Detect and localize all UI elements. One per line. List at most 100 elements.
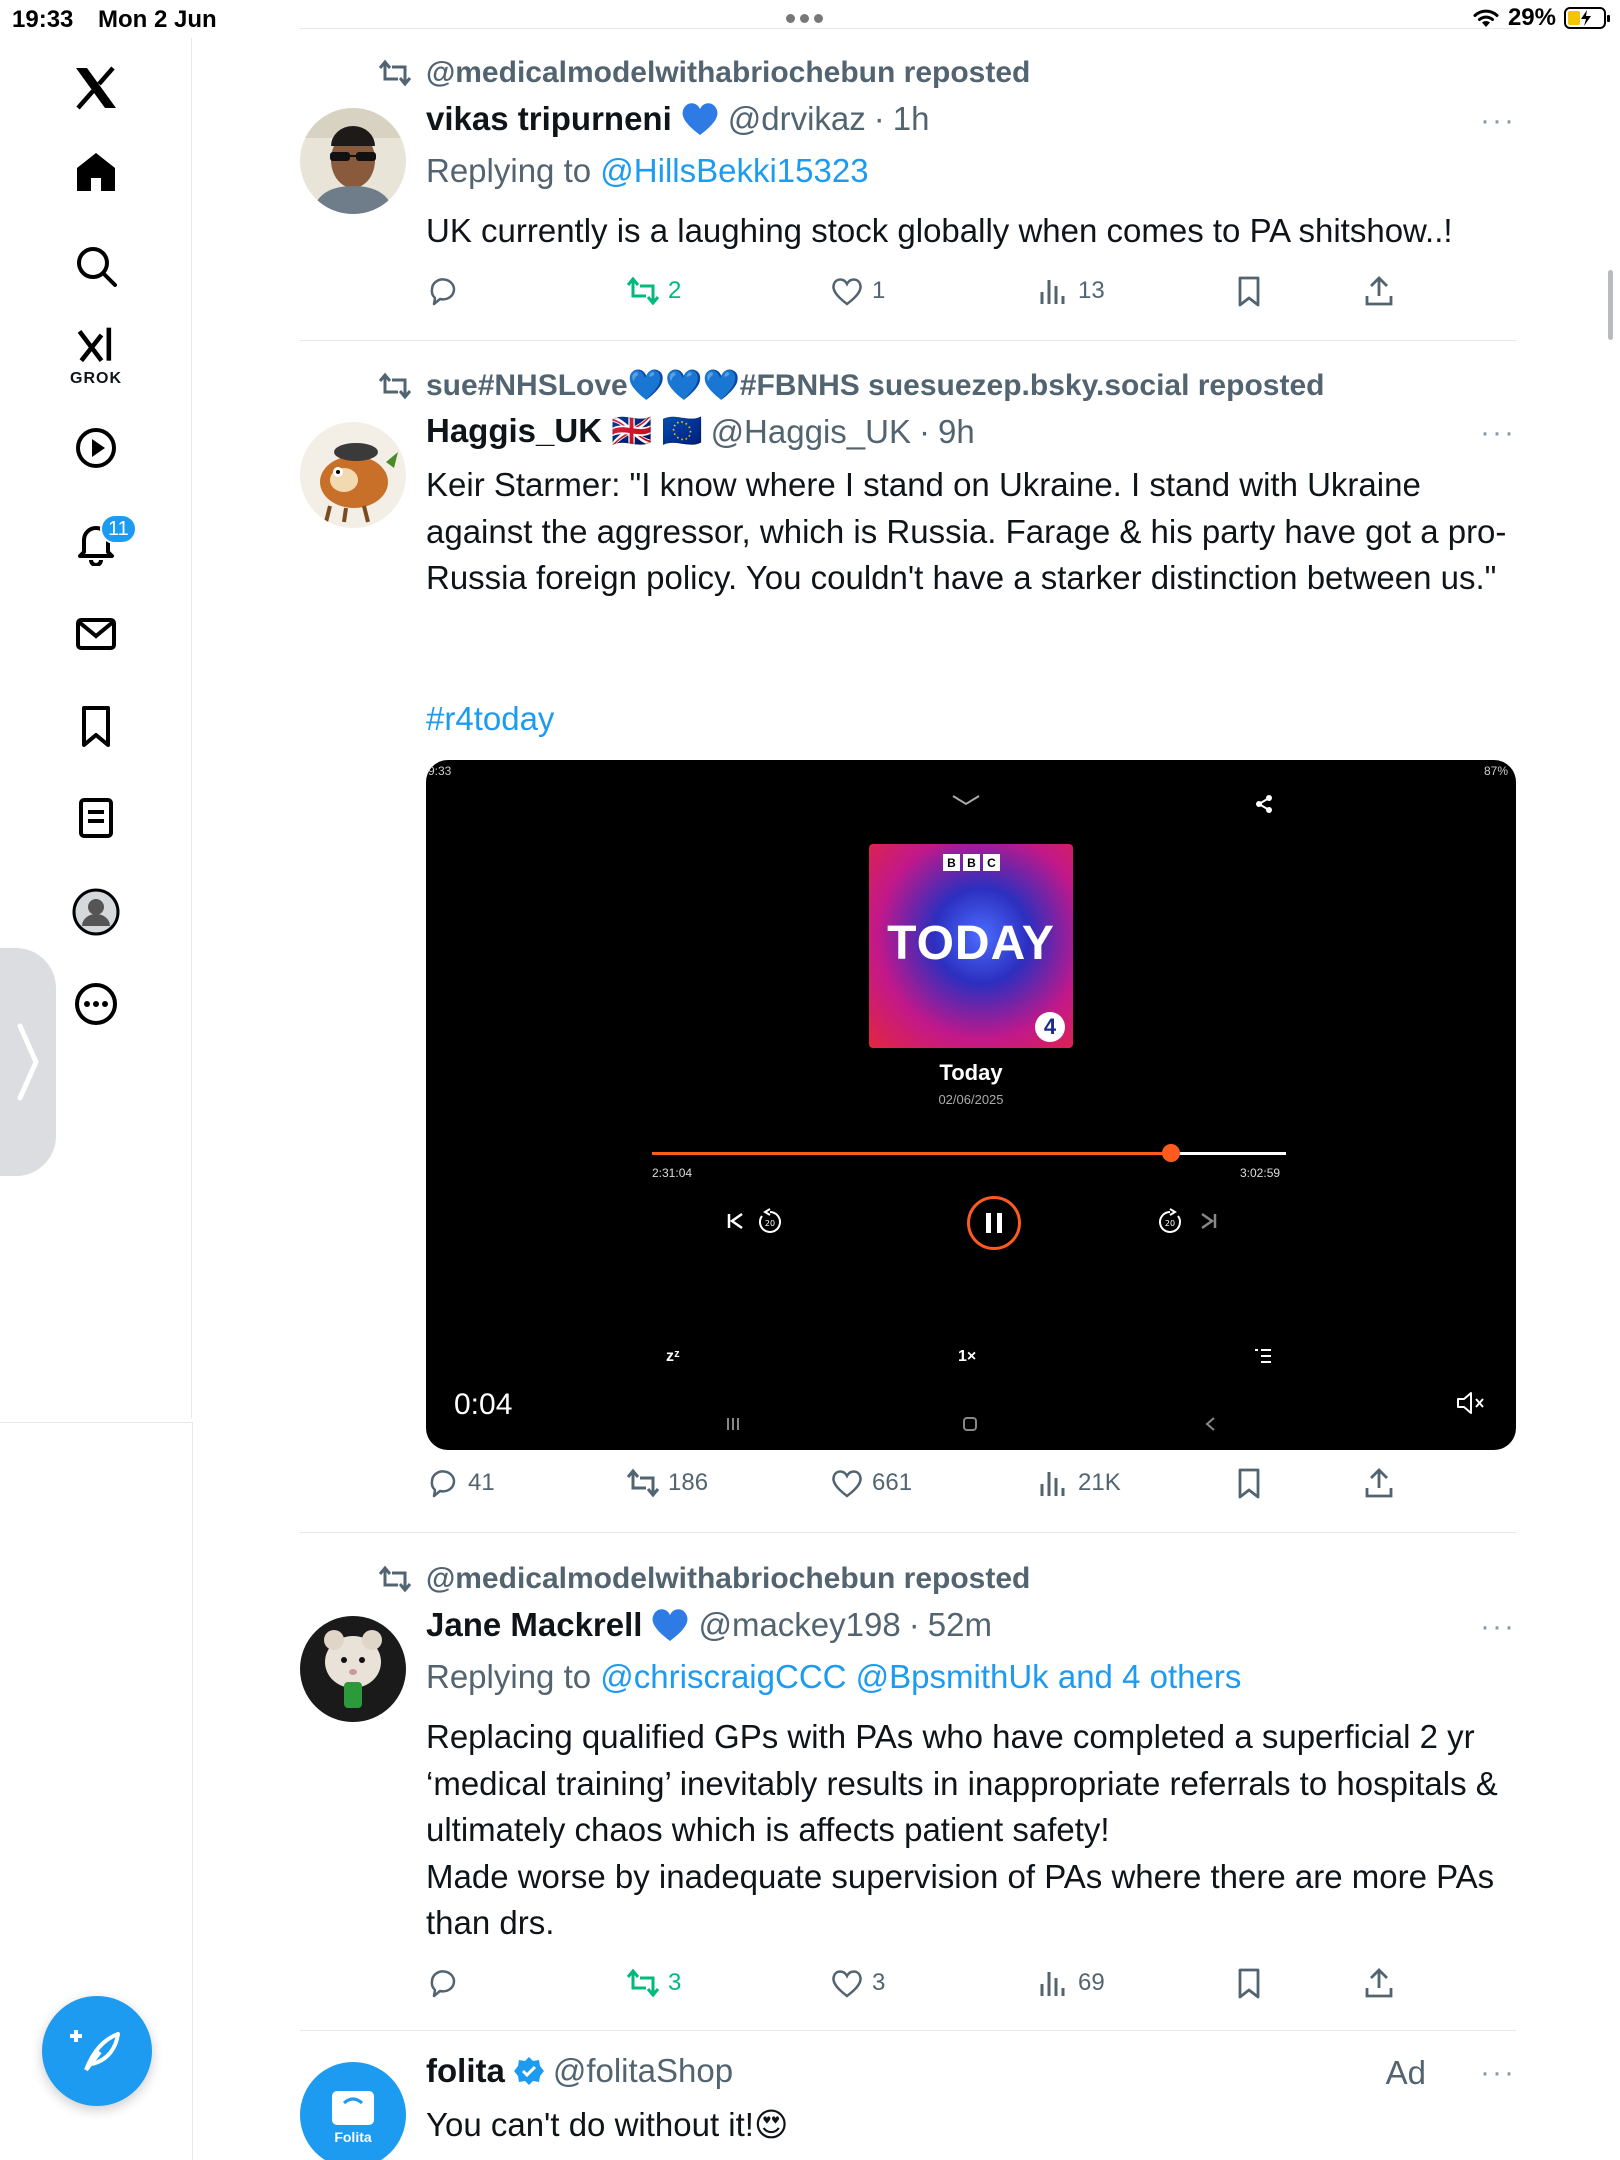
- bookmark-button[interactable]: [1232, 1466, 1266, 1500]
- avatar[interactable]: [300, 108, 406, 214]
- tweet-divider: [300, 2030, 1516, 2031]
- ad-label: Ad: [1385, 2054, 1426, 2091]
- pause-button: [967, 1196, 1021, 1250]
- view-count: 21K: [1078, 1469, 1121, 1496]
- handle[interactable]: @mackey198: [698, 1606, 900, 1644]
- display-name[interactable]: folita: [426, 2052, 505, 2090]
- tweet-text: Replacing qualified GPs with PAs who hav…: [426, 1714, 1512, 1947]
- bbc-logo: BBC: [943, 854, 1000, 871]
- repost-icon: [626, 1968, 660, 1998]
- skip-previous-icon: [726, 1212, 746, 1230]
- display-name[interactable]: vikas tripurneni: [426, 100, 672, 138]
- verified-badge-icon: [513, 2057, 544, 2085]
- status-bar: 19:33 Mon 2 Jun 29%: [0, 0, 1620, 38]
- muted-speaker-icon: [1457, 1392, 1484, 1414]
- timestamp[interactable]: 9h: [938, 413, 975, 451]
- avatar[interactable]: [300, 1616, 406, 1722]
- grok-label: GROK: [70, 370, 122, 387]
- video-player[interactable]: 9:33 87% BBC TODAY 4 Today 02/06/2025 2:…: [426, 760, 1516, 1450]
- more-options-icon[interactable]: ···: [1480, 104, 1516, 138]
- repost-button[interactable]: 186: [626, 1466, 708, 1500]
- replying-prefix: Replying to: [426, 152, 592, 189]
- like-button[interactable]: 661: [830, 1466, 912, 1500]
- views-icon: [1040, 1972, 1065, 1996]
- repost-context: sue#NHSLove💙💙💙#FBNHS suesuezep.bsky.soci…: [378, 368, 1324, 403]
- wifi-icon: [1473, 9, 1499, 27]
- timestamp[interactable]: 52m: [928, 1606, 992, 1644]
- views-icon: [1040, 1472, 1065, 1496]
- lists-icon[interactable]: [48, 770, 144, 866]
- repost-icon: [378, 372, 412, 399]
- share-button[interactable]: [1362, 1466, 1396, 1500]
- display-name[interactable]: Haggis_UK 🇬🇧 🇪🇺: [426, 412, 703, 451]
- x-logo-icon[interactable]: [48, 40, 144, 136]
- sidebar-handle[interactable]: [0, 948, 56, 1176]
- replying-to-link[interactable]: @HillsBekki15323: [600, 152, 868, 189]
- display-name[interactable]: Jane Mackrell: [426, 1606, 642, 1644]
- like-button[interactable]: 3: [830, 1966, 885, 2000]
- messages-icon[interactable]: [48, 586, 144, 682]
- bookmark-button[interactable]: [1232, 274, 1266, 308]
- compose-button[interactable]: [42, 1996, 152, 2106]
- avatar[interactable]: Folita: [300, 2062, 406, 2160]
- multitask-dots-icon[interactable]: [786, 14, 823, 23]
- svg-text:20: 20: [1165, 1219, 1175, 1228]
- grok-icon[interactable]: GROK: [48, 308, 144, 404]
- heart-icon: [832, 278, 862, 306]
- repost-icon: [378, 59, 412, 87]
- bookmarks-icon[interactable]: [48, 678, 144, 774]
- feed-scrollbar[interactable]: [1608, 270, 1613, 340]
- top-divider: [300, 28, 1516, 29]
- repost-context: @medicalmodelwithabriochebun reposted: [378, 56, 1030, 90]
- repost-by[interactable]: @medicalmodelwithabriochebun reposted: [426, 1562, 1030, 1596]
- handle[interactable]: @folitaShop: [553, 2052, 733, 2090]
- repost-by[interactable]: sue#NHSLove💙💙💙#FBNHS suesuezep.bsky.soci…: [426, 368, 1324, 403]
- nav-home-icon: [962, 1416, 978, 1432]
- repost-by[interactable]: @medicalmodelwithabriochebun reposted: [426, 56, 1030, 90]
- rewind-20-icon: 20: [756, 1208, 784, 1236]
- avatar[interactable]: [300, 422, 406, 528]
- compose-feather-icon: [70, 2030, 120, 2072]
- share-icon: [1365, 276, 1393, 306]
- handle[interactable]: @drvikaz: [728, 100, 866, 138]
- share-button[interactable]: [1362, 274, 1396, 308]
- views-button[interactable]: 21K: [1036, 1466, 1121, 1500]
- repost-icon: [626, 1468, 660, 1498]
- repost-icon: [626, 276, 660, 306]
- like-button[interactable]: 1: [830, 274, 885, 308]
- mute-button[interactable]: [1456, 1390, 1486, 1421]
- nav-divider: [0, 1422, 192, 1423]
- profile-icon[interactable]: [48, 864, 144, 960]
- tweet-paragraph: Replacing qualified GPs with PAs who hav…: [426, 1718, 1498, 1848]
- views-button[interactable]: 13: [1036, 274, 1105, 308]
- more-icon[interactable]: [48, 956, 144, 1052]
- embedded-phone-time: 9:33: [428, 764, 452, 778]
- tweet-paragraph: Made worse by inadequate supervision of …: [426, 1857, 1495, 1942]
- view-count: 69: [1078, 1969, 1105, 1996]
- reply-button[interactable]: [426, 1966, 468, 2000]
- views-icon: [1040, 280, 1065, 304]
- chevron-right-icon: [17, 1023, 39, 1101]
- views-button[interactable]: 69: [1036, 1966, 1105, 2000]
- left-navigation: GROK 11: [0, 38, 192, 1418]
- reply-button[interactable]: 41: [426, 1466, 495, 1500]
- more-options-icon[interactable]: ···: [1480, 2056, 1516, 2090]
- search-icon[interactable]: [48, 218, 144, 314]
- home-icon[interactable]: [48, 124, 144, 220]
- repost-button[interactable]: 3: [626, 1966, 681, 2000]
- bookmark-button[interactable]: [1232, 1966, 1266, 2000]
- timestamp[interactable]: 1h: [893, 100, 930, 138]
- replying-to-link[interactable]: @chriscraigCCC @BpsmithUk and 4 others: [600, 1658, 1241, 1695]
- repost-button[interactable]: 2: [626, 274, 681, 308]
- podcast-cover: BBC TODAY 4: [869, 844, 1073, 1048]
- reply-button[interactable]: [426, 274, 468, 308]
- handle[interactable]: @Haggis_UK: [711, 413, 911, 451]
- share-icon: [1365, 1468, 1393, 1498]
- share-button[interactable]: [1362, 1966, 1396, 2000]
- video-icon[interactable]: [48, 400, 144, 496]
- more-options-icon[interactable]: ···: [1480, 416, 1516, 450]
- more-options-icon[interactable]: ···: [1480, 1610, 1516, 1644]
- notifications-icon[interactable]: 11: [48, 494, 144, 590]
- repost-count: 2: [668, 277, 682, 304]
- hashtag-link[interactable]: #r4today: [426, 696, 1512, 743]
